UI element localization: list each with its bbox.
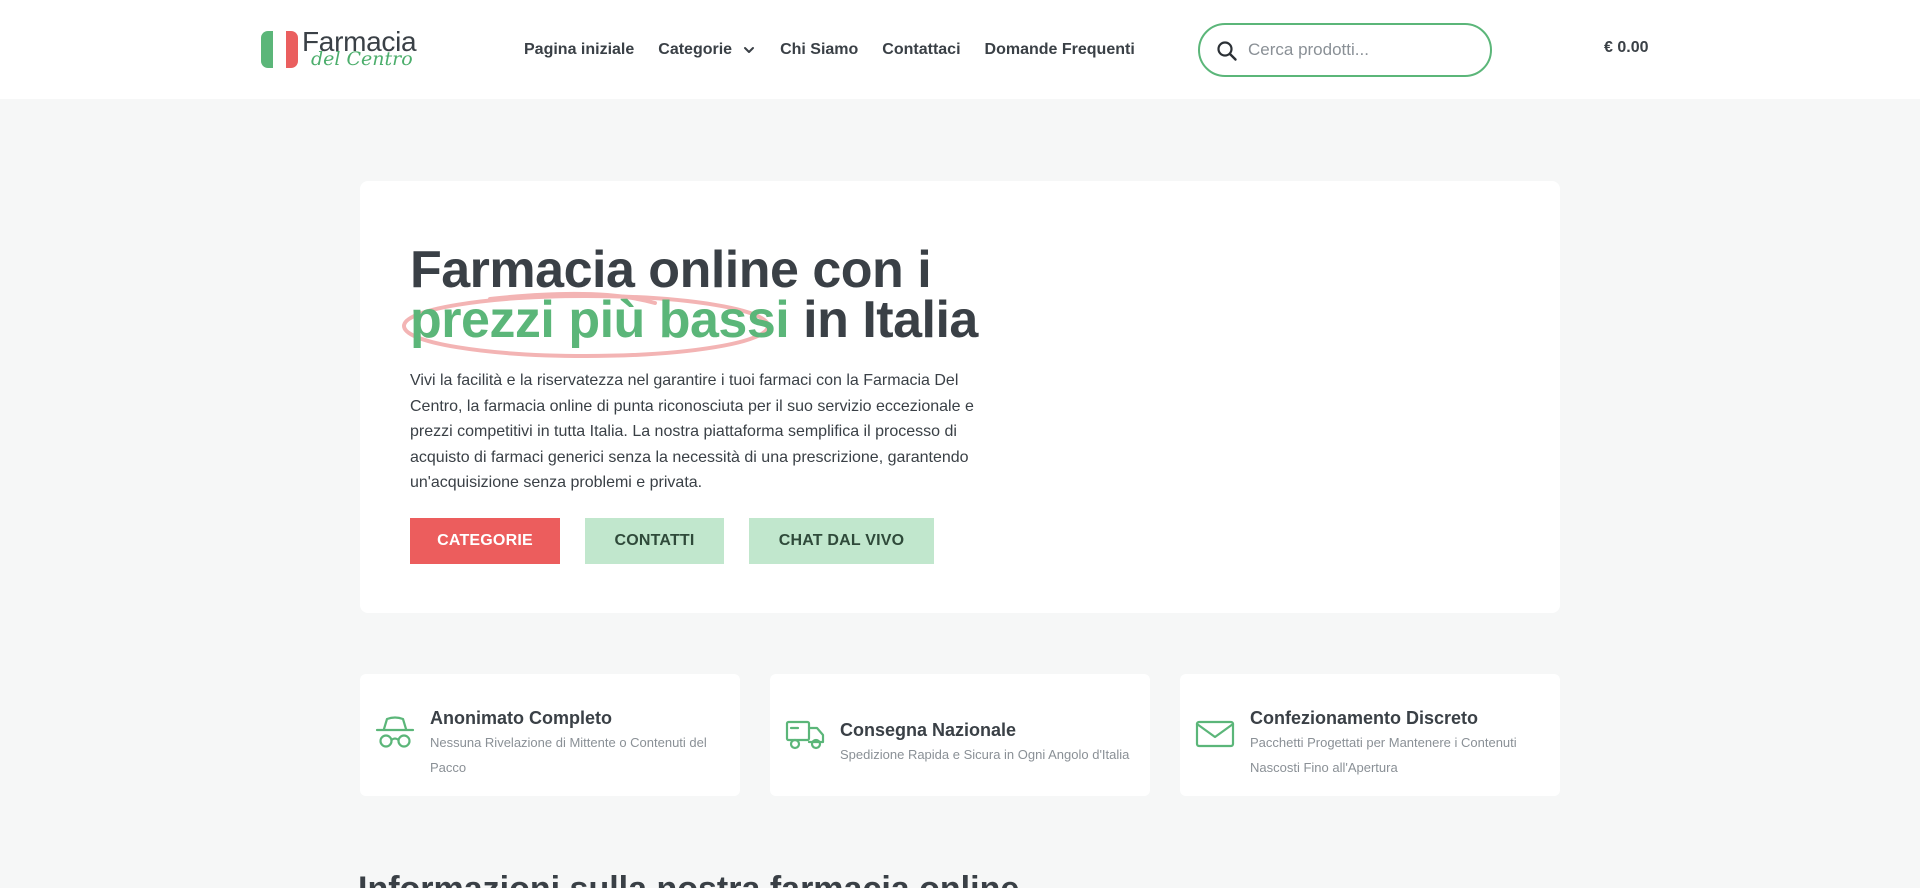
nav-item-contact[interactable]: Contattaci <box>882 41 960 59</box>
categories-button[interactable]: CATEGORIE <box>410 518 560 564</box>
feature-title: Confezionamento Discreto <box>1250 708 1479 728</box>
nav-label: Categorie <box>658 41 733 58</box>
nav-item-faq[interactable]: Domande Frequenti <box>985 41 1135 59</box>
main-nav: Pagina iniziale Categorie Chi Siamo Cont… <box>524 38 1159 62</box>
hero-title: Farmacia online con i prezzi più bassi i… <box>410 244 1110 346</box>
search-box <box>1198 23 1492 77</box>
nav-label: Domande Frequenti <box>984 41 1135 58</box>
feature-card-anonymity: Anonimato Completo Nessuna Rivelazione d… <box>360 674 740 796</box>
feature-card-packaging: Confezionamento Discreto Pacchetti Proge… <box>1180 674 1560 796</box>
cart-total[interactable]: € 0.00 <box>1604 39 1648 57</box>
nav-item-about[interactable]: Chi Siamo <box>780 41 858 59</box>
spy-hat-glasses-icon <box>375 716 415 748</box>
feature-description: Nessuna Rivelazione di Mittente o Conten… <box>430 735 707 775</box>
chevron-down-icon <box>744 47 755 53</box>
section-title: Informazioni sulla nostra farmacia onlin… <box>358 870 1019 888</box>
feature-title: Consegna Nazionale <box>840 720 1017 740</box>
nav-label: Contattaci <box>882 41 961 58</box>
feature-card-delivery: Consegna Nazionale Spedizione Rapida e S… <box>770 674 1150 796</box>
feature-description: Pacchetti Progettati per Mantenere i Con… <box>1250 735 1517 775</box>
site-header: Farmacia del Centro Pagina iniziale Cate… <box>0 0 1920 99</box>
nav-item-home[interactable]: Pagina iniziale <box>524 41 634 59</box>
nav-label: Chi Siamo <box>780 41 859 58</box>
envelope-icon <box>1195 720 1235 748</box>
search-input[interactable] <box>1248 35 1468 65</box>
feature-description: Spedizione Rapida e Sicura in Ogni Angol… <box>840 747 1130 762</box>
hero-title-highlight: prezzi più bassi <box>410 291 790 349</box>
live-chat-button[interactable]: CHAT DAL VIVO <box>749 518 934 564</box>
contacts-button[interactable]: CONTATTI <box>585 518 724 564</box>
site-logo[interactable]: Farmacia del Centro <box>261 26 421 72</box>
delivery-truck-icon <box>785 720 825 750</box>
nav-item-categories[interactable]: Categorie <box>658 41 756 59</box>
hero-title-line2: prezzi più bassi in Italia <box>410 294 1110 346</box>
nav-label: Pagina iniziale <box>524 41 635 58</box>
hero-section: Farmacia online con i prezzi più bassi i… <box>360 181 1560 613</box>
hero-title-rest: in Italia <box>803 291 978 349</box>
feature-title: Anonimato Completo <box>430 708 612 728</box>
logo-subtitle: del Centro <box>311 48 413 70</box>
italian-flag-icon <box>261 31 298 68</box>
hero-description: Vivi la facilità e la riservatezza nel g… <box>410 372 974 491</box>
search-icon[interactable] <box>1216 40 1238 62</box>
